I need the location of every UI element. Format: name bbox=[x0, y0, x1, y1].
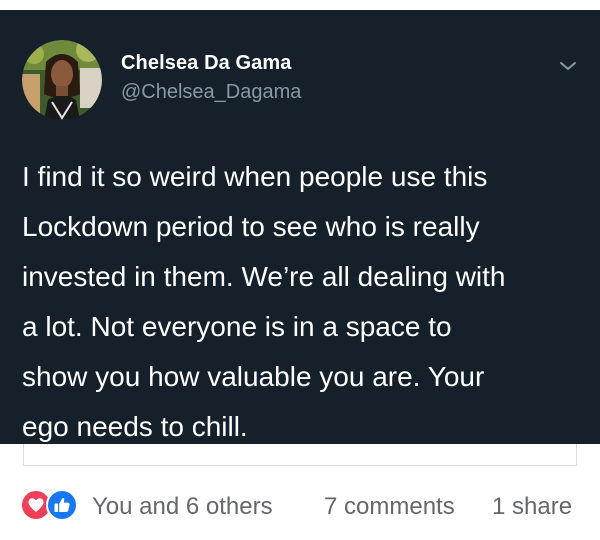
tweet-text: I find it so weird when people use this … bbox=[22, 152, 582, 452]
tweet-text-line: I find it so weird when people use this bbox=[22, 161, 488, 192]
post-image-frame bbox=[23, 444, 577, 466]
tweet-text-line: a lot. Not everyone is in a space to bbox=[22, 311, 452, 342]
shares-count[interactable]: 1 share bbox=[492, 493, 572, 521]
display-name[interactable]: Chelsea Da Gama bbox=[121, 52, 291, 75]
tweet-text-line: show you how valuable you are. Your bbox=[22, 361, 485, 392]
avatar[interactable] bbox=[22, 40, 102, 120]
reactions-count[interactable]: You and 6 others bbox=[92, 493, 273, 521]
chevron-down-icon[interactable] bbox=[556, 54, 580, 78]
comments-count[interactable]: 7 comments bbox=[324, 493, 455, 521]
avatar-photo bbox=[22, 40, 102, 120]
tweet-text-line: invested in them. We’re all dealing with bbox=[22, 261, 506, 292]
tweet-text-line: Lockdown period to see who is really bbox=[22, 211, 480, 242]
user-handle[interactable]: @Chelsea_Dagama bbox=[121, 81, 301, 104]
top-margin bbox=[0, 0, 600, 10]
reaction-icons[interactable] bbox=[20, 489, 90, 521]
reactions-bar: You and 6 others 7 comments 1 share bbox=[0, 484, 600, 528]
tweet-screenshot: Chelsea Da Gama @Chelsea_Dagama I find i… bbox=[0, 10, 600, 444]
like-reaction-icon bbox=[46, 489, 78, 521]
